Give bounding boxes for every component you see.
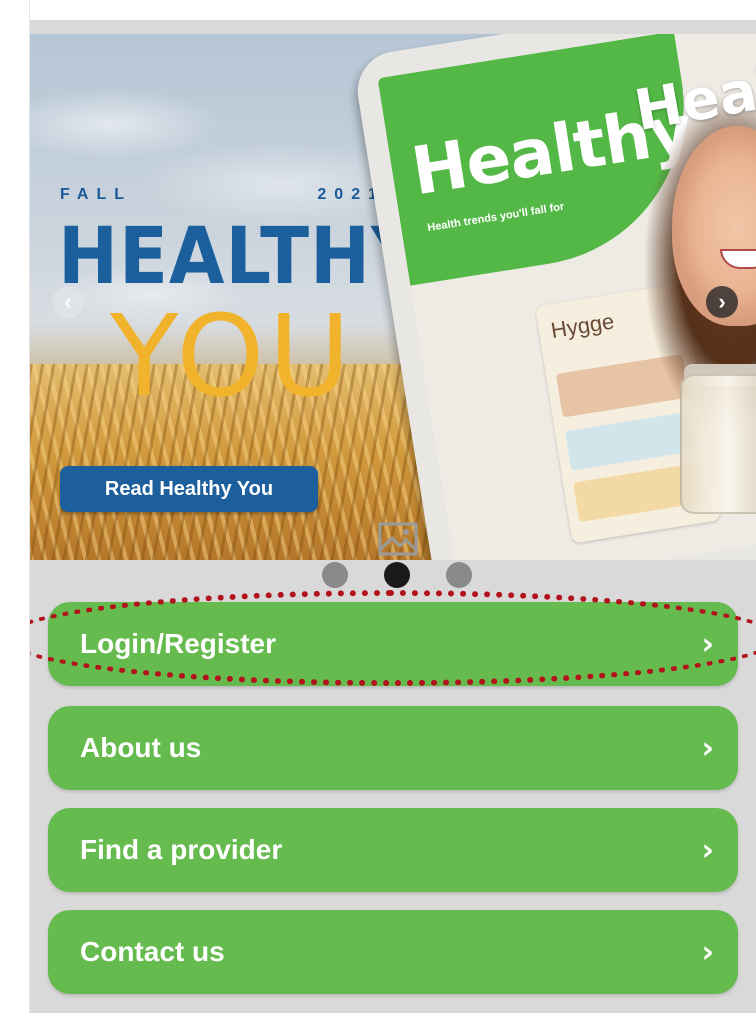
mobile-app: FALL 2021 HEALTHY YOU Read Healthy You H… [30, 20, 756, 1013]
menu-item-label: Find a provider [80, 834, 283, 865]
magazine-card-heading: Hygge [549, 308, 616, 344]
banner-carousel[interactable]: FALL 2021 HEALTHY YOU Read Healthy You H… [30, 34, 756, 560]
chevron-right-icon[interactable]: › [706, 286, 738, 318]
season-label: FALL 2021 [60, 186, 385, 204]
carousel-dot-1[interactable] [322, 562, 348, 588]
menu-item-label: Login/Register [80, 628, 277, 659]
page: FALL 2021 HEALTHY YOU Read Healthy You H… [0, 0, 756, 1013]
carousel-dots [322, 562, 472, 588]
carousel-dot-3[interactable] [446, 562, 472, 588]
menu-item-label: Contact us [80, 936, 225, 967]
chevron-left-icon[interactable]: ‹ [52, 286, 84, 318]
chevron-right-icon: › [701, 832, 714, 868]
chevron-right-icon: › [701, 934, 714, 970]
season-word: FALL [60, 186, 132, 203]
headline-you: YOU [110, 292, 355, 422]
menu-item-label: About us [80, 732, 202, 763]
chevron-right-icon: › [701, 730, 714, 766]
find-a-provider-button[interactable]: Find a provider › [48, 808, 738, 892]
read-healthy-you-button[interactable]: Read Healthy You [60, 466, 318, 512]
image-placeholder-icon [370, 512, 426, 560]
login-register-button[interactable]: Login/Register › [48, 602, 738, 686]
image-placeholder-svg [378, 522, 418, 556]
about-us-button[interactable]: About us › [48, 706, 738, 790]
jar-image [680, 374, 756, 514]
headline-healthy: HEALTHY [58, 212, 424, 302]
carousel-dot-2-active[interactable] [384, 562, 410, 588]
chevron-right-icon: › [701, 626, 714, 662]
contact-us-button[interactable]: Contact us › [48, 910, 738, 994]
